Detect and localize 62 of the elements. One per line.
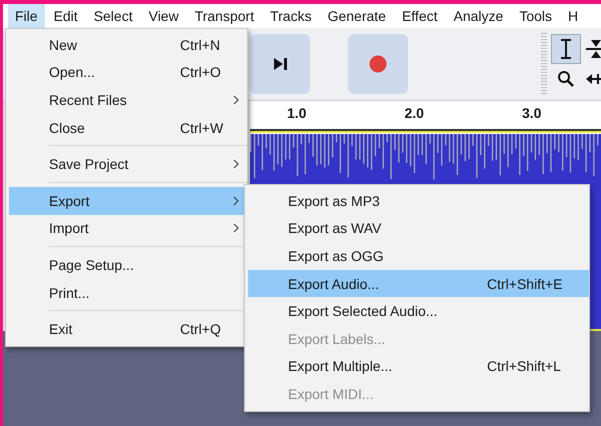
menu-item-label: Export as WAV [288, 220, 382, 236]
arrow-icon [585, 71, 601, 87]
menu-item-label: Recent Files [49, 92, 127, 108]
menu-item-label: Export as MP3 [288, 192, 380, 209]
selection-tool-button[interactable] [551, 34, 581, 64]
menu-item-label: Save Project [49, 156, 128, 172]
ruler-label: 1.0 [287, 105, 306, 121]
menu-item-label: Export as OGG [288, 248, 384, 264]
menu-item[interactable]: Print... [9, 278, 247, 306]
menu-item[interactable]: Recent Files [9, 86, 247, 114]
menu-item[interactable]: Import [9, 214, 247, 242]
record-icon [368, 54, 388, 74]
i-beam-icon [558, 38, 574, 60]
skip-to-end-button[interactable] [250, 34, 310, 94]
menu-item[interactable]: Exit Ctrl+Q [9, 315, 247, 343]
menu-bar-item[interactable]: H [561, 4, 586, 28]
menu-bar-item[interactable]: File [8, 4, 45, 28]
shortcut-label: Ctrl+Q [180, 321, 221, 338]
menu-item[interactable]: Export Selected Audio... [248, 297, 589, 325]
menu-item-label: Open... [49, 64, 95, 80]
menu-item[interactable]: Export Multiple... Ctrl+Shift+L [248, 352, 589, 380]
menu-bar-item[interactable]: Tools [512, 4, 559, 28]
menu-item-label: Export [49, 192, 90, 209]
menu-bar-item[interactable]: Edit [46, 4, 85, 28]
menu-item-label: New [49, 36, 78, 53]
menu-item[interactable]: Export as MP3 [248, 187, 589, 215]
menu-bar-item[interactable]: Select [86, 4, 140, 28]
menu-item[interactable]: Export as OGG [248, 242, 589, 270]
menu-bar-item[interactable]: View [142, 4, 186, 28]
menu-item-label: Close [49, 120, 85, 136]
shortcut-label: Ctrl+Shift+L [487, 358, 561, 374]
menu-bar-item[interactable]: Tracks [263, 4, 319, 28]
menu-item-label: Print... [49, 284, 90, 301]
menu-bar-item[interactable]: Analyze [446, 4, 510, 28]
menu-item-label: Export Labels... [288, 330, 386, 347]
record-button[interactable] [348, 34, 408, 94]
menu-item[interactable]: New Ctrl+N [9, 31, 247, 59]
menu-item-label: Export Selected Audio... [288, 303, 438, 320]
menu-item-label: Import [49, 220, 89, 236]
menu-item-label: Export Multiple... [288, 358, 392, 374]
envelope-tool-icon [585, 38, 601, 60]
menu-item[interactable]: Export Audio... Ctrl+Shift+E [248, 270, 589, 298]
ruler-label: 2.0 [404, 105, 424, 121]
menu-item-label: Export Audio... [288, 276, 380, 292]
menu-item-label: Exit [49, 321, 72, 338]
menu-item[interactable]: Export [9, 186, 247, 215]
skip-to-end-icon [272, 56, 288, 72]
menu-item[interactable]: Export as WAV [248, 214, 589, 242]
menu-item[interactable]: Save Project [9, 150, 247, 178]
menu-bar-item[interactable]: Effect [394, 4, 444, 28]
shortcut-label: Ctrl+W [180, 120, 224, 136]
menu-item[interactable]: Open... Ctrl+O [9, 58, 247, 86]
menu-item-label: Page Setup... [49, 256, 134, 273]
menu-item[interactable]: Page Setup... [9, 251, 247, 279]
menu-item[interactable]: Close Ctrl+W [9, 114, 247, 142]
ruler-label: 3.0 [522, 105, 542, 121]
shortcut-label: Ctrl+Shift+E [487, 276, 562, 292]
shortcut-label: Ctrl+N [180, 36, 220, 53]
menu-bar-item[interactable]: Transport [188, 4, 262, 28]
menu-item-label: Export MIDI... [288, 386, 374, 402]
shortcut-label: Ctrl+O [180, 64, 221, 80]
menu-bar-item[interactable]: Generate [320, 4, 393, 28]
